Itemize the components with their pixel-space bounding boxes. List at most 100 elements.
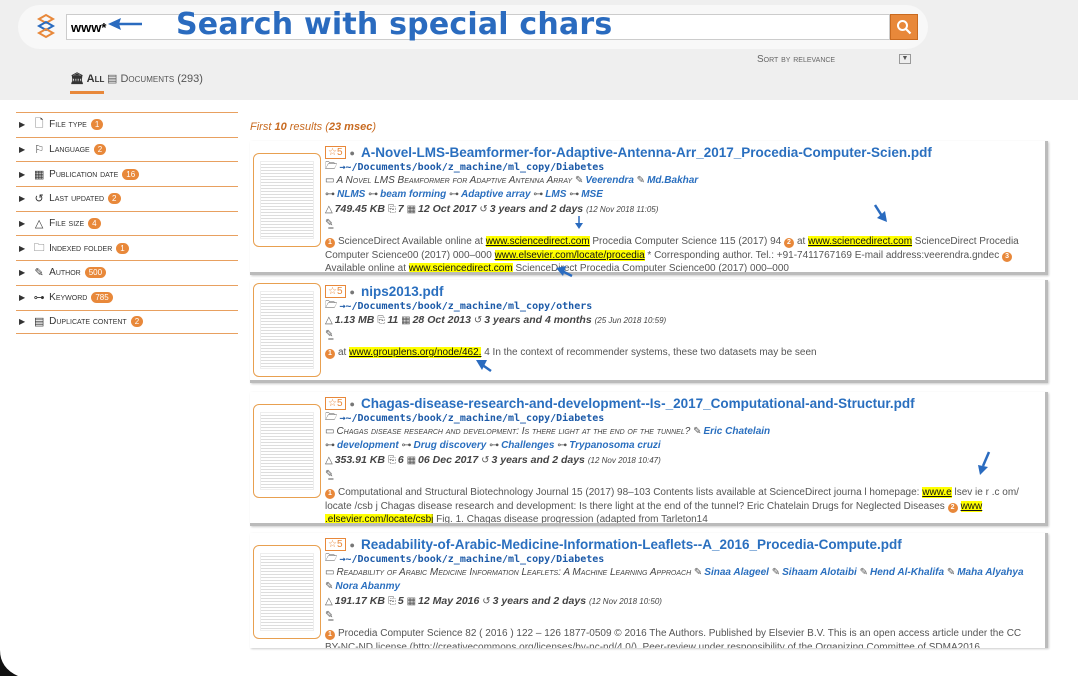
keyword-link[interactable]: beam forming xyxy=(380,189,446,200)
author-link[interactable]: Sihaam Alotaibi xyxy=(782,567,857,578)
rating-badge[interactable]: ☆5 xyxy=(325,538,346,551)
facet-sidebar: ▶ 🗋 File type 1 ▶ ⚐ Language 2 ▶ ▦ Publication d… xyxy=(16,112,238,335)
facet-last-updated[interactable]: ▶ ↺ Last updated 2 xyxy=(16,186,238,211)
result-path[interactable]: →~/Documents/book/z_machine/ml_copy/Diab… xyxy=(339,413,604,424)
file-icon: 🗋 xyxy=(34,118,44,131)
keyword-link[interactable]: Adaptive array xyxy=(461,189,530,200)
keyword-link[interactable]: development xyxy=(337,440,399,451)
rating-badge[interactable]: ☆5 xyxy=(325,285,346,298)
history-icon: ↺ xyxy=(481,455,490,466)
pages-icon: ⎘ xyxy=(387,204,396,215)
count-badge: 2 xyxy=(93,144,107,156)
author-link[interactable]: Hend Al-Khalifa xyxy=(870,567,944,578)
pages-icon: ⎘ xyxy=(387,596,396,607)
edit-note-icon[interactable]: ✎̲ xyxy=(325,218,333,229)
weight-icon: △ xyxy=(325,455,333,466)
rating-badge[interactable]: ☆5 xyxy=(325,397,346,410)
keyword-link[interactable]: Challenges xyxy=(501,440,554,451)
count-badge: 16 xyxy=(122,168,140,180)
history-icon: ↺ xyxy=(479,204,488,215)
app-logo-icon[interactable] xyxy=(35,13,57,39)
edit-note-icon[interactable]: ✎̲ xyxy=(325,329,333,340)
result-path[interactable]: →~/Documents/book/z_machine/ml_copy/Diab… xyxy=(339,162,604,173)
weight-icon: △ xyxy=(325,596,333,607)
result-title[interactable]: Readability-of-Arabic-Medicine-Informati… xyxy=(361,537,902,552)
result-title[interactable]: A-Novel-LMS-Beamformer-for-Adaptive-Ante… xyxy=(361,145,932,160)
expand-icon: ▶ xyxy=(19,317,26,327)
author-link[interactable]: Veerendra xyxy=(585,175,634,186)
keyword-link[interactable]: MSE xyxy=(581,189,603,200)
count-badge: 1 xyxy=(90,119,104,131)
document-icon: ▤ xyxy=(107,73,118,85)
author-link[interactable]: Sinaa Alageel xyxy=(704,567,769,578)
history-icon: ↺ xyxy=(473,315,483,326)
duplicate-icon: ▤ xyxy=(33,316,45,329)
count-badge: 2 xyxy=(130,316,144,328)
result-path[interactable]: →~/Documents/book/z_machine/ml_copy/Diab… xyxy=(339,554,604,565)
flag-icon: ⚐ xyxy=(34,144,45,157)
tab-documents[interactable]: ▤ Documents (293) xyxy=(107,72,203,85)
result-card: ☆5 ● Readability-of-Arabic-Medicine-Inform… xyxy=(250,533,1048,648)
calendar-icon: ▦ xyxy=(406,596,417,607)
keyword-link[interactable]: NLMS xyxy=(337,189,365,200)
author-icon: ✎ xyxy=(859,567,868,578)
facet-language[interactable]: ▶ ⚐ Language 2 xyxy=(16,136,238,162)
top-bar: Search with special chars Sort by releva… xyxy=(0,0,1078,100)
facet-publication-date[interactable]: ▶ ▦ Publication date 16 xyxy=(16,161,238,186)
window-corner xyxy=(0,650,18,676)
search-button[interactable] xyxy=(890,14,918,40)
edit-note-icon[interactable]: ✎̲ xyxy=(325,469,333,480)
author-link[interactable]: Maha Alyahya xyxy=(957,567,1023,578)
pages-icon: ⎘ xyxy=(387,455,396,466)
sort-label[interactable]: Sort by relevance xyxy=(757,54,835,65)
facet-author[interactable]: ▶ ✎ Author 500 xyxy=(16,260,238,285)
edit-note-icon[interactable]: ✎̲ xyxy=(325,610,333,621)
rating-badge[interactable]: ☆5 xyxy=(325,146,346,159)
tab-all[interactable]: 🏛 All xyxy=(70,72,105,94)
author-icon: ✎ xyxy=(636,175,646,186)
keyword-link[interactable]: Drug discovery xyxy=(413,440,486,451)
bullet-icon: ● xyxy=(349,539,355,550)
document-thumbnail[interactable] xyxy=(253,404,321,498)
history-icon: ↺ xyxy=(482,596,491,607)
count-badge: 1 xyxy=(116,242,129,254)
author-link[interactable]: Nora Abanmy xyxy=(335,581,400,592)
document-thumbnail[interactable] xyxy=(253,545,321,639)
result-card: ☆5 ● nips2013.pdf 🗁 →~/Documents/book/z_mac… xyxy=(250,280,1048,383)
result-card: ☆5 ● Chagas-disease-research-and-developme… xyxy=(250,392,1048,526)
key-icon: ⊶ xyxy=(449,189,460,200)
document-thumbnail[interactable] xyxy=(253,153,321,247)
expand-icon: ▶ xyxy=(19,194,26,204)
home-icon: 🏛 xyxy=(70,73,84,85)
weight-icon: △ xyxy=(325,315,333,326)
expand-icon: ▶ xyxy=(19,243,26,253)
document-thumbnail[interactable] xyxy=(253,283,321,377)
result-title[interactable]: nips2013.pdf xyxy=(361,284,444,299)
author-icon: ✎ xyxy=(574,175,584,186)
doc-title: A Novel LMS Beamformer for Adaptive Ante… xyxy=(336,175,573,186)
calendar-icon: ▦ xyxy=(406,455,417,466)
search-icon xyxy=(897,20,912,35)
author-link[interactable]: Eric Chatelain xyxy=(703,426,770,437)
count-badge: 4 xyxy=(88,218,101,230)
expand-icon: ▶ xyxy=(19,219,26,229)
facet-duplicate-content[interactable]: ▶ ▤ Duplicate content 2 xyxy=(16,309,238,335)
count-badge: 500 xyxy=(84,267,107,279)
keyword-link[interactable]: Trypanosoma cruzi xyxy=(569,440,661,451)
author-icon: ✎ xyxy=(693,426,702,437)
result-title[interactable]: Chagas-disease-research-and-development-… xyxy=(361,396,915,411)
facet-file-type[interactable]: ▶ 🗋 File type 1 xyxy=(16,112,238,137)
count-badge: 2 xyxy=(108,193,121,205)
result-path[interactable]: →~/Documents/book/z_machine/ml_copy/othe… xyxy=(339,301,592,312)
expand-icon: ▶ xyxy=(19,268,26,278)
author-link[interactable]: Md.Bakhar xyxy=(647,175,698,186)
author-icon: ✎ xyxy=(325,581,334,592)
facet-keyword[interactable]: ▶ ⊶ Keyword 785 xyxy=(16,284,238,310)
bullet-icon: ● xyxy=(349,147,355,158)
facet-indexed-folder[interactable]: ▶ 🗀 Indexed folder 1 xyxy=(16,235,238,260)
key-icon: ⊶ xyxy=(368,189,379,200)
sort-dropdown[interactable]: ▼ xyxy=(899,54,911,64)
title-icon: ▭ xyxy=(325,567,335,578)
keyword-link[interactable]: LMS xyxy=(545,189,566,200)
facet-file-size[interactable]: ▶ △ File size 4 xyxy=(16,210,238,236)
